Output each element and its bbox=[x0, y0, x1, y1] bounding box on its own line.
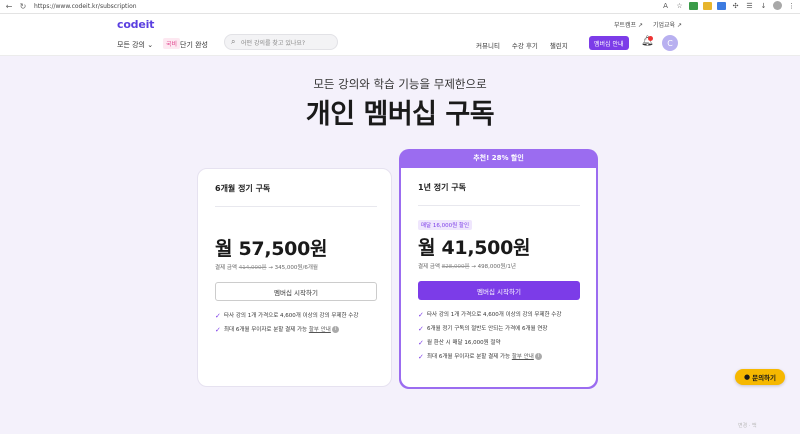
feature-item: ✓ 타사 강의 1개 가격으로 4,600개 이상의 강의 무제한 수강 bbox=[418, 311, 562, 319]
installment-info-link[interactable]: 할부 안내 bbox=[309, 327, 331, 333]
plan-card-1-year-frame: 추천! 28% 할인 1년 정기 구독 매달 16,000원 할인 월 41,5… bbox=[399, 149, 598, 389]
divider bbox=[418, 205, 580, 206]
price-detail: 결제 금액 828,000원 → 498,000원/1년 bbox=[418, 264, 516, 270]
start-membership-button-6-month[interactable]: 멤버십 시작하기 bbox=[215, 282, 377, 301]
feature-item: ✓ 최대 6개월 무이자로 분할 결제 가능 할부 안내 i bbox=[418, 353, 588, 367]
logo[interactable]: codeit bbox=[117, 18, 154, 31]
feature-list: ✓ 타사 강의 1개 가격으로 4,600개 이상의 강의 무제한 수강 ✓ 6개월… bbox=[418, 311, 588, 367]
search-input[interactable] bbox=[241, 38, 335, 48]
reload-icon[interactable]: ↻ bbox=[18, 2, 28, 11]
installment-info-link[interactable]: 할부 안내 bbox=[512, 354, 534, 360]
favorites-icon[interactable]: ☰ bbox=[745, 2, 754, 10]
plan-title: 6개월 정기 구독 bbox=[215, 184, 271, 193]
membership-guide-button[interactable]: 멤버십 안내 bbox=[589, 36, 629, 50]
address-bar[interactable]: https://www.codeit.kr/subscription bbox=[34, 3, 137, 10]
menu-icon[interactable]: ⋮ bbox=[787, 2, 796, 10]
discount-badge: 매달 16,000원 할인 bbox=[418, 220, 473, 230]
contact-button[interactable]: ● 문의하기 bbox=[735, 369, 785, 385]
divider bbox=[215, 206, 377, 207]
start-membership-button-1-year[interactable]: 멤버십 시작하기 bbox=[418, 281, 580, 300]
original-price: 414,000원 bbox=[238, 265, 267, 271]
plan-title: 1년 정기 구독 bbox=[418, 183, 466, 192]
chat-icon: ● bbox=[743, 373, 751, 381]
page-title: 개인 멤버십 구독 bbox=[305, 99, 495, 130]
notification-dot bbox=[648, 36, 653, 41]
main-nav: 커뮤니티 수강 후기 챌린지 bbox=[476, 40, 568, 50]
check-icon: ✓ bbox=[418, 339, 424, 347]
feature-item: ✓ 타사 강의 1개 가격으로 4,600개 이상의 강의 무제한 수강 bbox=[215, 312, 359, 320]
browser-bar: ← ↻ https://www.codeit.kr/subscription A… bbox=[0, 0, 800, 14]
site-header: codeit 부트캠프 ↗ 기업교육 ↗ 모든 강의 ⌄ 국비 단기 완성 ⌕ … bbox=[0, 14, 800, 56]
nav-community[interactable]: 커뮤니티 bbox=[476, 40, 500, 50]
star-icon[interactable]: ☆ bbox=[675, 2, 684, 10]
short-course-link[interactable]: 단기 완성 bbox=[180, 40, 208, 50]
all-courses-menu[interactable]: 모든 강의 ⌄ bbox=[117, 40, 153, 50]
feature-item: ✓ 6개월 정기 구독의 절반도 안되는 가격에 6개월 연장 bbox=[418, 325, 548, 333]
watermark: 변경 · 백 bbox=[738, 423, 757, 429]
extension-blue-icon[interactable] bbox=[717, 1, 726, 10]
plan-price: 월 41,500원 bbox=[418, 237, 531, 259]
feature-item: ✓ 최대 6개월 무이자로 분할 결제 가능 할부 안내 i bbox=[215, 326, 385, 340]
plan-price: 월 57,500원 bbox=[215, 238, 328, 260]
hero-subtitle: 모든 강의와 학습 기능을 무제한으로 bbox=[313, 77, 487, 91]
nav-reviews[interactable]: 수강 후기 bbox=[512, 40, 538, 50]
puzzle-icon[interactable]: ✣ bbox=[731, 2, 740, 10]
check-icon: ✓ bbox=[418, 325, 424, 333]
check-icon: ✓ bbox=[215, 326, 221, 334]
short-course-badge: 국비 bbox=[163, 38, 181, 49]
info-icon[interactable]: i bbox=[331, 326, 339, 333]
back-icon[interactable]: ← bbox=[4, 2, 14, 11]
contact-label: 문의하기 bbox=[752, 374, 777, 382]
top-links: 부트캠프 ↗ 기업교육 ↗ bbox=[614, 20, 682, 29]
check-icon: ✓ bbox=[215, 312, 221, 320]
info-icon[interactable]: i bbox=[534, 353, 542, 360]
browser-nav: ← ↻ bbox=[0, 2, 28, 11]
price-detail: 결제 금액 414,000원 → 345,000원/6개월 bbox=[215, 265, 318, 271]
bootcamp-link[interactable]: 부트캠프 ↗ bbox=[614, 20, 643, 29]
translate-icon[interactable]: A bbox=[661, 2, 670, 10]
profile-icon[interactable] bbox=[773, 1, 782, 10]
corporate-link[interactable]: 기업교육 ↗ bbox=[653, 20, 682, 29]
check-icon: ✓ bbox=[418, 311, 424, 319]
recommended-banner: 추천! 28% 할인 bbox=[473, 154, 524, 162]
plan-card-6-month: 6개월 정기 구독 월 57,500원 결제 금액 414,000원 → 345… bbox=[197, 168, 392, 387]
browser-toolbar: A ☆ ✣ ☰ ↓ ⋮ bbox=[661, 1, 796, 10]
check-icon: ✓ bbox=[418, 353, 424, 361]
download-icon[interactable]: ↓ bbox=[759, 2, 768, 10]
extension-green-icon[interactable] bbox=[689, 1, 698, 10]
search-icon: ⌕ bbox=[231, 37, 236, 46]
plan-card-1-year: 1년 정기 구독 매달 16,000원 할인 월 41,500원 결제 금액 8… bbox=[401, 168, 596, 387]
nav-challenge[interactable]: 챌린지 bbox=[550, 40, 568, 50]
search-box[interactable]: ⌕ bbox=[224, 34, 338, 50]
original-price: 828,000원 bbox=[441, 264, 470, 270]
feature-list: ✓ 타사 강의 1개 가격으로 4,600개 이상의 강의 무제한 수강 ✓ 최대 … bbox=[215, 312, 385, 340]
feature-item: ✓ 월 환산 시 매달 16,000원 절약 bbox=[418, 339, 501, 347]
avatar[interactable]: C bbox=[662, 35, 678, 51]
extension-yellow-icon[interactable] bbox=[703, 1, 712, 10]
